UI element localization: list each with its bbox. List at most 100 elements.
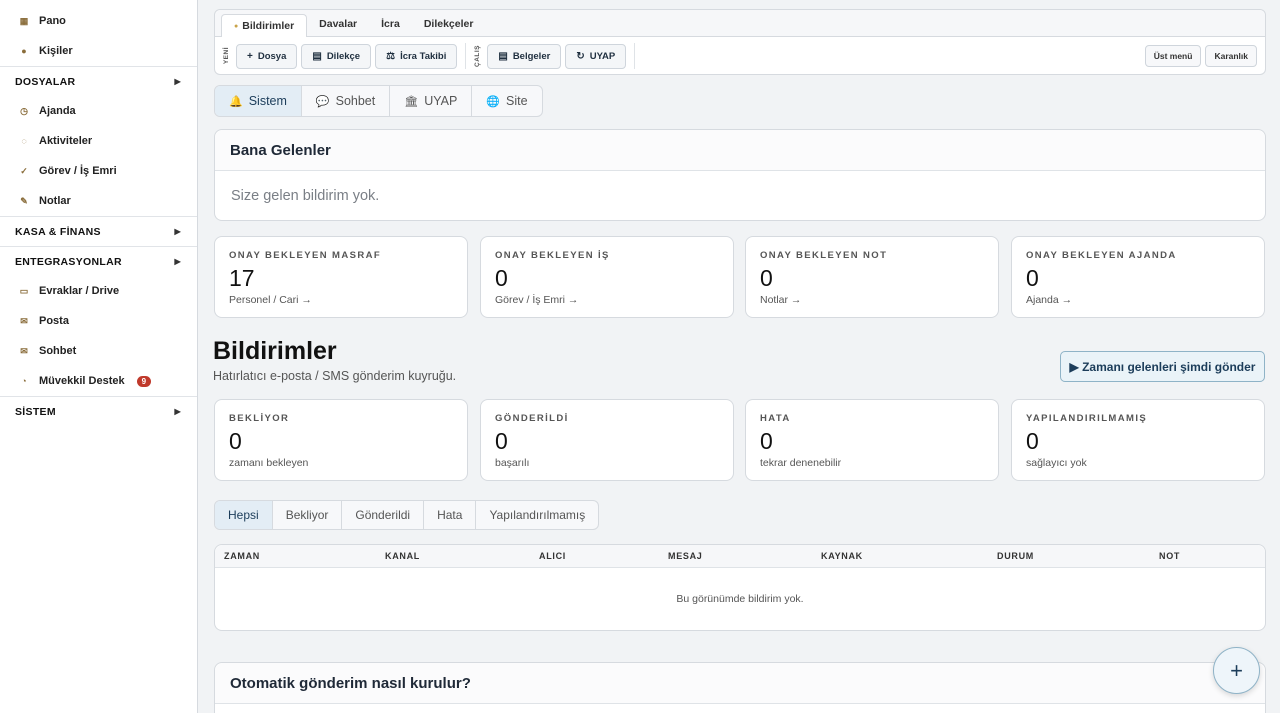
tab-label: Bildirimler <box>242 20 295 32</box>
sidebar-section-entegrasyon[interactable]: ENTEGRASYONLAR ▶ <box>0 246 197 276</box>
stat-card-hata: HATA 0 tekrar denenebilir <box>745 399 999 481</box>
refresh-icon: ↻ <box>576 50 585 62</box>
globe-icon: 🌐 <box>486 95 501 108</box>
filter-hepsi[interactable]: Hepsi <box>215 501 273 529</box>
sidebar-item-ajanda[interactable]: ◷ Ajanda <box>0 96 197 126</box>
uyap-button[interactable]: ↻ UYAP <box>565 43 627 69</box>
scale-icon: ⚖ <box>386 50 396 62</box>
column-header[interactable]: ALICI <box>539 551 566 561</box>
sidebar-item-label: Ajanda <box>39 105 76 117</box>
sidebar-item-pano[interactable]: ▦ Pano <box>0 6 197 36</box>
stat-value: 0 <box>1026 265 1039 291</box>
sidebar-item-posta[interactable]: ✉ Posta <box>0 306 197 336</box>
sidebar-section-kasa[interactable]: KASA & FİNANS ▶ <box>0 216 197 246</box>
chevron-right-icon: ▶ <box>174 77 181 86</box>
sidebar-item-label: Sohbet <box>39 345 77 357</box>
sidebar: ▦ Pano ● Kişiler DOSYALAR ▶ ◷ Ajanda ◌ A… <box>0 0 198 713</box>
new-dosya-button[interactable]: + Dosya <box>236 43 298 69</box>
column-header[interactable]: KANAL <box>385 551 420 561</box>
stat-value: 0 <box>495 428 508 454</box>
chevron-right-icon: ▶ <box>174 407 181 416</box>
group-label-yeni: YENİ <box>223 47 230 65</box>
sidebar-item-evraklar[interactable]: ▭ Evraklar / Drive <box>0 276 197 306</box>
stat-card-not[interactable]: ONAY BEKLEYEN NOT 0 Notlar → <box>745 236 999 318</box>
tab-icra[interactable]: İcra <box>369 12 412 36</box>
tab-sohbet[interactable]: 💬 Sohbet <box>302 86 391 116</box>
tab-label: Site <box>506 94 528 108</box>
stat-link[interactable]: Notlar → <box>760 294 984 306</box>
sidebar-item-kisiler[interactable]: ● Kişiler <box>0 36 197 66</box>
ust-menu-button[interactable]: Üst menü <box>1144 45 1202 67</box>
sidebar-item-label: Görev / İş Emri <box>39 165 117 177</box>
dark-mode-button[interactable]: Karanlık <box>1205 45 1257 67</box>
sidebar-item-sohbet[interactable]: ✉ Sohbet <box>0 336 197 366</box>
button-label: Belgeler <box>512 50 551 62</box>
count-badge: 9 <box>136 375 152 387</box>
plus-icon: + <box>1230 657 1243 683</box>
column-header[interactable]: KAYNAK <box>821 551 863 561</box>
sidebar-item-label: Notlar <box>39 195 71 207</box>
column-header[interactable]: NOT <box>1159 551 1180 561</box>
page-subtitle: Hatırlatıcı e-posta / SMS gönderim kuyru… <box>213 369 457 383</box>
filter-gonderildi[interactable]: Gönderildi <box>342 501 425 529</box>
column-header[interactable]: MESAJ <box>668 551 703 561</box>
status-filter-tabs: Hepsi Bekliyor Gönderildi Hata Yapılandı… <box>214 500 600 530</box>
stat-card-is[interactable]: ONAY BEKLEYEN İŞ 0 Görev / İş Emri → <box>480 236 734 318</box>
sidebar-item-label: Pano <box>39 15 66 27</box>
tab-davalar[interactable]: Davalar <box>307 12 369 36</box>
column-header[interactable]: ZAMAN <box>224 551 260 561</box>
sidebar-section-dosyalar[interactable]: DOSYALAR ▶ <box>0 66 197 96</box>
table-header: ZAMAN KANAL ALICI MESAJ KAYNAK DURUM NOT <box>215 545 1265 568</box>
button-label: İcra Takibi <box>400 50 447 62</box>
send-due-now-button[interactable]: ▶ Zamanı gelenleri şimdi gönder <box>1060 351 1265 382</box>
filter-hata[interactable]: Hata <box>424 501 477 529</box>
card-title[interactable]: Otomatik gönderim nasıl kurulur? <box>215 663 1265 704</box>
filter-yapilandirilmamis[interactable]: Yapılandırılmamış <box>476 501 598 529</box>
chat-icon: ✉ <box>20 345 28 356</box>
right-buttons: Üst menü Karanlık <box>1144 45 1257 67</box>
column-header[interactable]: DURUM <box>997 551 1034 561</box>
sidebar-item-aktiviteler[interactable]: ◌ Aktiviteler <box>0 126 197 156</box>
group-label-calis: ÇALIŞ <box>474 45 482 67</box>
chat-icon: 💬 <box>315 95 330 108</box>
tab-label: Sistem <box>248 94 287 108</box>
sidebar-item-gorev[interactable]: ✓ Görev / İş Emri <box>0 156 197 186</box>
auto-sending-card: Otomatik gönderim nasıl kurulur? <box>214 662 1266 713</box>
activity-icon: ◌ <box>21 136 27 146</box>
stat-link[interactable]: Görev / İş Emri → <box>495 294 719 306</box>
button-label: UYAP <box>589 50 616 62</box>
tab-label: Sohbet <box>335 94 376 108</box>
stat-sub: başarılı <box>495 457 530 469</box>
bell-icon: 🔔 <box>229 95 243 108</box>
sidebar-item-label: Müvekkil Destek <box>39 375 125 387</box>
stat-card-ajanda[interactable]: ONAY BEKLEYEN AJANDA 0 Ajanda → <box>1011 236 1265 318</box>
stat-label: ONAY BEKLEYEN NOT <box>760 250 888 261</box>
stat-link[interactable]: Personel / Cari → <box>229 294 453 306</box>
active-dot-icon: ● <box>234 22 239 30</box>
sidebar-item-muvekkil-destek[interactable]: ◔ Müvekkil Destek 9 <box>0 366 197 396</box>
card-title: Bana Gelenler <box>215 130 1265 171</box>
stat-value: 0 <box>760 428 773 454</box>
tab-sistem[interactable]: 🔔 Sistem <box>215 86 302 116</box>
stat-label: ONAY BEKLEYEN AJANDA <box>1026 250 1177 261</box>
stat-card-masraf[interactable]: ONAY BEKLEYEN MASRAF 17 Personel / Cari … <box>214 236 468 318</box>
belgeler-button[interactable]: ▤ Belgeler <box>487 43 562 69</box>
filter-bekliyor[interactable]: Bekliyor <box>273 501 343 529</box>
sidebar-section-sistem[interactable]: SİSTEM ▶ <box>0 396 197 426</box>
tab-dilekceler[interactable]: Dilekçeler <box>412 12 486 36</box>
sidebar-item-notlar[interactable]: ✎ Notlar <box>0 186 197 216</box>
stat-label: YAPILANDIRILMAMIŞ <box>1026 413 1148 424</box>
tab-uyap[interactable]: 🏛 UYAP <box>390 86 473 116</box>
section-label: DOSYALAR <box>15 75 76 88</box>
stat-label: ONAY BEKLEYEN MASRAF <box>229 250 382 261</box>
new-dilekce-button[interactable]: ▤ Dilekçe <box>301 43 372 69</box>
stat-link[interactable]: Ajanda → <box>1026 294 1250 306</box>
add-fab-button[interactable]: + <box>1213 647 1260 694</box>
check-icon: ✓ <box>20 165 28 176</box>
tab-bildirimler[interactable]: ● Bildirimler <box>221 14 308 37</box>
contacts-icon: ● <box>21 46 27 56</box>
new-icra-takibi-button[interactable]: ⚖ İcra Takibi <box>375 43 458 69</box>
bana-gelenler-card: Bana Gelenler Size gelen bildirim yok. <box>214 129 1266 221</box>
section-label: KASA & FİNANS <box>15 225 101 238</box>
tab-site[interactable]: 🌐 Site <box>472 86 541 116</box>
